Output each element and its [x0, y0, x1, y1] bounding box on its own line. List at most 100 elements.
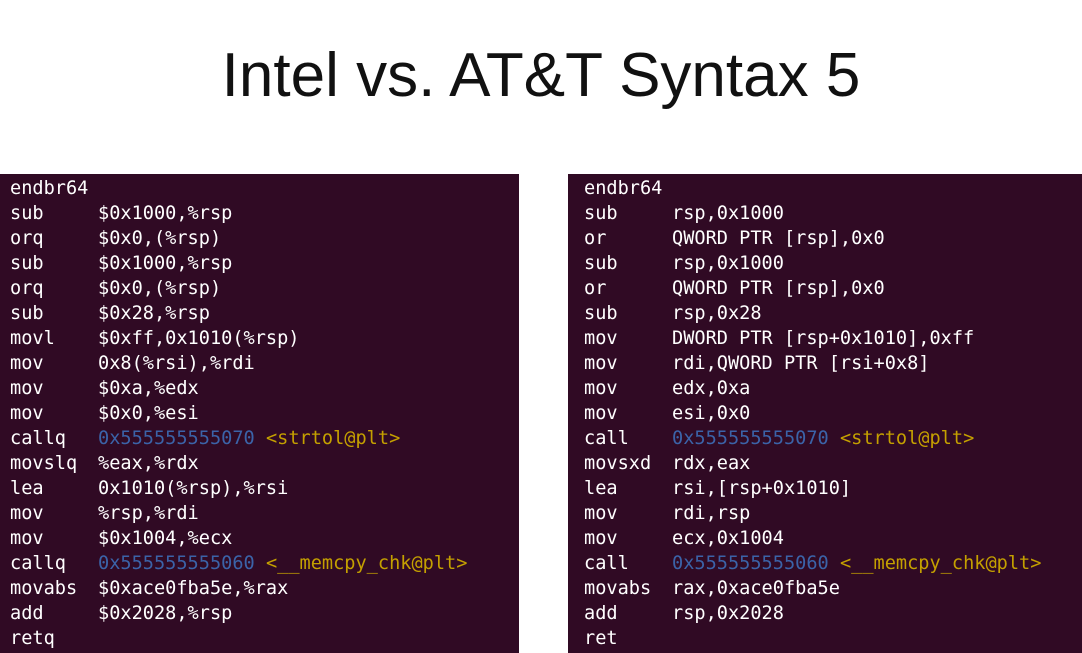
call-address: 0x555555555060: [98, 553, 255, 574]
operands: rsp,0x1000: [672, 253, 784, 274]
intel-asm-line: call 0x555555555060 <__memcpy_chk@plt>: [574, 551, 1082, 576]
operands: rdi,rsp: [672, 503, 751, 524]
mnemonic: sub: [584, 303, 618, 324]
operands: $0x28,%rsp: [98, 303, 210, 324]
intel-asm-line: or QWORD PTR [rsp],0x0: [574, 276, 1082, 301]
mnemonic: mov: [10, 353, 44, 374]
operands: rdi,QWORD PTR [rsi+0x8]: [672, 353, 930, 374]
mnemonic: movslq: [10, 453, 78, 474]
att-asm-line: lea 0x1010(%rsp),%rsi: [0, 476, 519, 501]
operands: $0x1000,%rsp: [98, 253, 233, 274]
call-address: 0x555555555060: [672, 553, 829, 574]
mnemonic: add: [584, 603, 618, 624]
mnemonic: lea: [10, 478, 44, 499]
slide-title: Intel vs. AT&T Syntax 5: [221, 41, 861, 110]
att-asm-line: mov 0x8(%rsi),%rdi: [0, 351, 519, 376]
call-symbol: <strtol@plt>: [265, 428, 401, 449]
call-symbol: <__memcpy_chk@plt>: [265, 553, 468, 574]
mnemonic: or: [584, 278, 607, 299]
att-asm-line: add $0x2028,%rsp: [0, 601, 519, 626]
mnemonic: orq: [10, 228, 44, 249]
operands: %eax,%rdx: [98, 453, 199, 474]
mnemonic: retq: [10, 628, 55, 649]
att-asm-line: movabs $0xace0fba5e,%rax: [0, 576, 519, 601]
mnemonic: mov: [584, 328, 618, 349]
att-asm-line: sub $0x28,%rsp: [0, 301, 519, 326]
mnemonic: mov: [10, 503, 44, 524]
operands: rax,0xace0fba5e: [672, 578, 840, 599]
att-asm-line: movl $0xff,0x1010(%rsp): [0, 326, 519, 351]
call-address: 0x555555555070: [98, 428, 255, 449]
operands: rsp,0x2028: [672, 603, 784, 624]
operands: $0x0,%esi: [98, 403, 199, 424]
att-asm-line: orq $0x0,(%rsp): [0, 226, 519, 251]
mnemonic: or: [584, 228, 607, 249]
intel-asm-line: movabs rax,0xace0fba5e: [574, 576, 1082, 601]
mnemonic: endbr64: [584, 178, 663, 199]
mnemonic: mov: [584, 503, 618, 524]
operands: 0x8(%rsi),%rdi: [98, 353, 255, 374]
operands: rdx,eax: [672, 453, 751, 474]
mnemonic: callq: [10, 553, 66, 574]
intel-syntax-terminal: endbr64 sub rsp,0x1000 or QWORD PTR [rsp],0x…: [568, 174, 1082, 653]
operands: $0x1004,%ecx: [98, 528, 233, 549]
operands: $0x2028,%rsp: [98, 603, 233, 624]
operands: ecx,0x1004: [672, 528, 784, 549]
intel-asm-line: lea rsi,[rsp+0x1010]: [574, 476, 1082, 501]
att-asm-line: movslq %eax,%rdx: [0, 451, 519, 476]
mnemonic: movsxd: [584, 453, 652, 474]
intel-asm-line: ret: [574, 626, 1082, 651]
intel-asm-line: movsxd rdx,eax: [574, 451, 1082, 476]
mnemonic: ret: [584, 628, 618, 649]
intel-asm-line: call 0x555555555070 <strtol@plt>: [574, 426, 1082, 451]
operands: rsp,0x1000: [672, 203, 784, 224]
mnemonic: mov: [584, 403, 618, 424]
intel-asm-line: add rsp,0x2028: [574, 601, 1082, 626]
att-asm-line: sub $0x1000,%rsp: [0, 201, 519, 226]
att-asm-line: mov $0xa,%edx: [0, 376, 519, 401]
intel-asm-line: or QWORD PTR [rsp],0x0: [574, 226, 1082, 251]
intel-asm-line: mov rdi,QWORD PTR [rsi+0x8]: [574, 351, 1082, 376]
mnemonic: endbr64: [10, 178, 89, 199]
mnemonic: call: [584, 553, 629, 574]
mnemonic: mov: [584, 353, 618, 374]
att-asm-line: retq: [0, 626, 519, 651]
mnemonic: sub: [10, 303, 44, 324]
mnemonic: mov: [10, 528, 44, 549]
intel-asm-line: sub rsp,0x1000: [574, 201, 1082, 226]
att-syntax-terminal: endbr64 sub $0x1000,%rsp orq $0x0,(%rsp) sub $…: [0, 174, 519, 653]
mnemonic: lea: [584, 478, 618, 499]
mnemonic: sub: [10, 203, 44, 224]
operands: rsi,[rsp+0x1010]: [672, 478, 852, 499]
mnemonic: orq: [10, 278, 44, 299]
att-asm-line: mov $0x1004,%ecx: [0, 526, 519, 551]
mnemonic: mov: [10, 378, 44, 399]
mnemonic: sub: [584, 203, 618, 224]
mnemonic: callq: [10, 428, 66, 449]
att-asm-line: sub $0x1000,%rsp: [0, 251, 519, 276]
operands: 0x1010(%rsp),%rsi: [98, 478, 289, 499]
call-symbol: <__memcpy_chk@plt>: [839, 553, 1042, 574]
att-asm-line: callq 0x555555555070 <strtol@plt>: [0, 426, 519, 451]
mnemonic: movabs: [584, 578, 652, 599]
call-address: 0x555555555070: [672, 428, 829, 449]
intel-asm-line: mov DWORD PTR [rsp+0x1010],0xff: [574, 326, 1082, 351]
mnemonic: call: [584, 428, 629, 449]
operands: rsp,0x28: [672, 303, 762, 324]
intel-asm-line: mov edx,0xa: [574, 376, 1082, 401]
mnemonic: mov: [584, 378, 618, 399]
operands: $0xa,%edx: [98, 378, 199, 399]
operands: %rsp,%rdi: [98, 503, 199, 524]
intel-asm-line: mov ecx,0x1004: [574, 526, 1082, 551]
mnemonic: sub: [584, 253, 618, 274]
att-asm-line: endbr64: [0, 176, 519, 201]
intel-asm-line: mov rdi,rsp: [574, 501, 1082, 526]
mnemonic: movabs: [10, 578, 78, 599]
operands: $0x0,(%rsp): [98, 278, 222, 299]
att-asm-line: mov %rsp,%rdi: [0, 501, 519, 526]
operands: $0xace0fba5e,%rax: [98, 578, 289, 599]
operands: $0x1000,%rsp: [98, 203, 233, 224]
operands: edx,0xa: [672, 378, 751, 399]
call-symbol: <strtol@plt>: [839, 428, 975, 449]
operands: QWORD PTR [rsp],0x0: [672, 228, 885, 249]
